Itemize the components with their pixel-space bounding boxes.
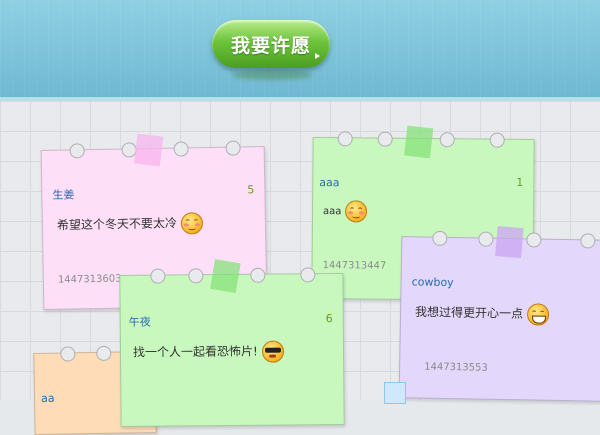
wish-note[interactable]: 午夜 6 找一个人一起看恐怖片!	[119, 259, 345, 427]
note-number: 1	[516, 175, 524, 189]
note-content-row: aaa	[323, 200, 367, 223]
note-content-row: 找一个人一起看恐怖片!	[132, 340, 284, 364]
punch-hole	[337, 131, 353, 147]
note-content: 希望这个冬天不要太冷	[56, 216, 178, 233]
punch-hole	[478, 231, 494, 247]
sunglasses-icon	[261, 340, 284, 363]
punch-hole	[225, 140, 241, 156]
wish-button-shadow	[232, 70, 312, 80]
note-timestamp: 1447313603	[57, 273, 122, 286]
tape-strip	[133, 133, 164, 167]
note-number: 6	[325, 312, 333, 326]
punch-hole	[489, 132, 505, 148]
make-wish-button[interactable]: 我要许愿	[212, 20, 330, 68]
punch-hole	[432, 230, 448, 246]
tape-strip	[210, 259, 241, 293]
make-wish-button-label: 我要许愿	[230, 34, 311, 57]
note-number: 5	[247, 183, 255, 197]
note-nickname: 午夜	[128, 315, 151, 329]
grin-icon	[526, 303, 550, 326]
punch-hole	[250, 267, 266, 283]
punch-hole	[580, 233, 596, 249]
punch-hole	[150, 268, 166, 284]
wish-note[interactable]: cowboy 我想过得更开心一点 1447313553	[398, 225, 600, 402]
punch-hole	[69, 143, 85, 159]
tape-strip	[404, 125, 434, 159]
blush-smile-icon	[344, 200, 367, 223]
note-timestamp: 1447313553	[424, 361, 488, 374]
note-nickname: aa	[40, 391, 55, 405]
cursor-arrow-icon	[315, 53, 320, 59]
punch-hole	[526, 232, 542, 248]
blush-smile-icon	[180, 212, 203, 235]
note-content: 找一个人一起看恐怖片!	[132, 344, 258, 360]
punch-hole	[96, 345, 112, 361]
note-nickname: cowboy	[411, 275, 454, 290]
note-content-row: 希望这个冬天不要太冷	[57, 212, 203, 237]
note-nickname: 生姜	[52, 188, 75, 202]
note-content: aaa	[323, 206, 342, 218]
note-content-row: 我想过得更开心一点	[414, 301, 550, 326]
wish-note-edge	[384, 382, 406, 404]
punch-hole	[188, 268, 204, 284]
note-content: 我想过得更开心一点	[414, 304, 524, 321]
tape-strip	[495, 225, 524, 259]
punch-hole	[173, 141, 189, 157]
punch-hole	[60, 346, 76, 362]
note-nickname: aaa	[319, 176, 340, 190]
punch-hole	[300, 267, 316, 283]
punch-hole	[377, 131, 393, 147]
punch-hole	[439, 132, 455, 148]
